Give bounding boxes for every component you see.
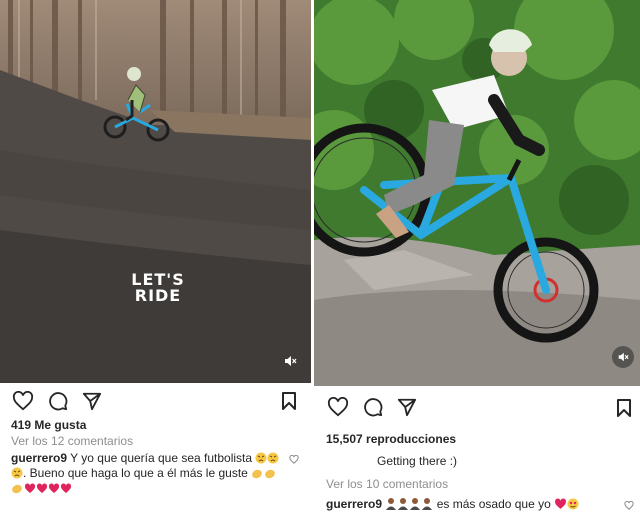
- view-comments-link[interactable]: Ver los 10 comentarios: [326, 477, 448, 491]
- lets-ride-logo: LET'S RIDE: [131, 270, 185, 305]
- red-heart-emoji: [48, 483, 60, 497]
- left-action-bar: [12, 391, 102, 411]
- comment-username[interactable]: guerrero9: [326, 497, 382, 511]
- bookmark-icon[interactable]: [616, 398, 632, 423]
- person-emoji: [385, 497, 397, 513]
- left-post: LET'S RIDE 419 Me gusta Ver los 12 comen…: [0, 0, 311, 518]
- bookmark-icon[interactable]: [281, 391, 297, 416]
- heart-icon[interactable]: [327, 397, 349, 417]
- comment-username[interactable]: guerrero9: [11, 451, 67, 465]
- right-video-frame: [314, 0, 640, 386]
- likes-count: 419 Me gusta: [11, 418, 87, 432]
- comment-like-heart-icon[interactable]: [624, 497, 634, 515]
- post-caption: Getting there :): [377, 454, 458, 468]
- person-emoji: [397, 497, 409, 513]
- comment-text: Y yo que quería que sea futbolista: [70, 451, 253, 465]
- heart-eyes-emoji: [567, 498, 579, 513]
- clap-emoji: [251, 467, 264, 482]
- right-post-video[interactable]: [314, 0, 640, 386]
- weary-face-emoji: [255, 452, 267, 467]
- comment-line-3: [11, 481, 72, 497]
- red-heart-emoji: [36, 483, 48, 497]
- person-emoji: [421, 497, 433, 513]
- comment-icon[interactable]: [48, 391, 68, 411]
- right-action-bar: [327, 397, 417, 417]
- mute-icon[interactable]: [279, 350, 301, 372]
- person-emoji: [409, 497, 421, 513]
- views-count: 15,507 reproducciones: [326, 432, 457, 446]
- red-heart-emoji: [554, 498, 567, 513]
- red-heart-emoji: [60, 483, 72, 497]
- weary-face-emoji: [11, 467, 23, 482]
- comment-line-1: guerrero9 Y yo que quería que sea futbol…: [11, 451, 279, 467]
- view-comments-link[interactable]: Ver los 12 comentarios: [11, 434, 133, 448]
- right-comment-line: guerrero9 es más osado que yo: [326, 497, 579, 513]
- left-video-frame: [0, 0, 311, 383]
- clap-emoji: [264, 467, 277, 482]
- mute-icon[interactable]: [612, 346, 634, 368]
- share-icon[interactable]: [82, 391, 102, 411]
- left-post-video[interactable]: LET'S RIDE: [0, 0, 311, 383]
- red-heart-emoji: [24, 483, 36, 497]
- comment-icon[interactable]: [363, 397, 383, 417]
- comment-line-2: . Bueno que haga lo que a él más le gust…: [11, 466, 277, 482]
- share-icon[interactable]: [397, 397, 417, 417]
- heart-icon[interactable]: [12, 391, 34, 411]
- clap-emoji: [11, 482, 24, 497]
- comment-like-heart-icon[interactable]: [289, 451, 299, 469]
- comment-text-continued: . Bueno que haga lo que a él más le gust…: [23, 466, 248, 480]
- weary-face-emoji: [267, 452, 279, 467]
- comment-text: es más osado que yo: [436, 497, 551, 511]
